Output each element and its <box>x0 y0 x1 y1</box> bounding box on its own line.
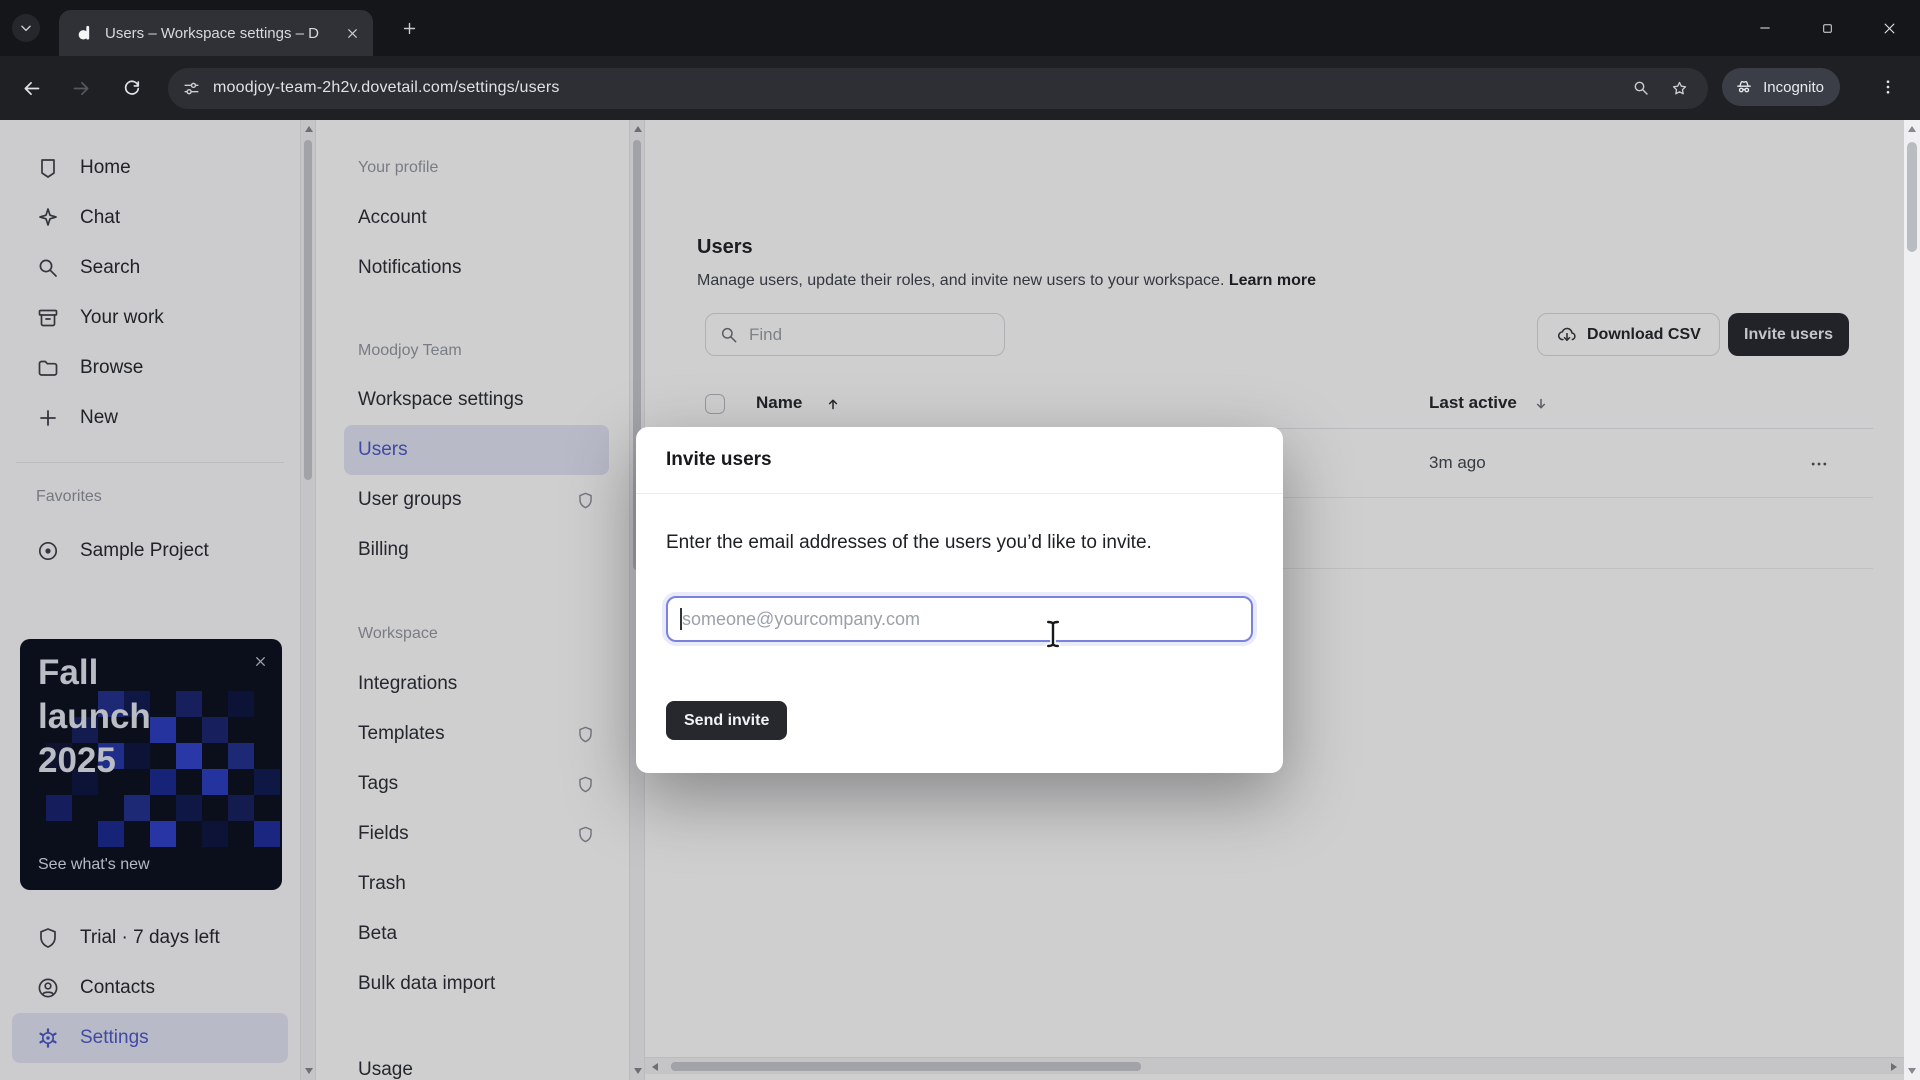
modal-header: Invite users <box>636 427 1283 494</box>
scroll-down-icon[interactable] <box>1904 1063 1920 1079</box>
address-bar[interactable]: moodjoy-team-2h2v.dovetail.com/settings/… <box>168 67 1708 109</box>
dovetail-favicon-icon <box>75 23 95 43</box>
browser-menu-icon[interactable] <box>1870 69 1906 105</box>
site-info-icon[interactable] <box>182 79 201 98</box>
text-caret <box>680 608 682 630</box>
window-close-button[interactable] <box>1858 0 1920 56</box>
plus-icon <box>403 22 415 34</box>
modal-description: Enter the email addresses of the users y… <box>666 532 1152 553</box>
forward-button[interactable] <box>63 70 99 106</box>
browser-toolbar: moodjoy-team-2h2v.dovetail.com/settings/… <box>0 56 1920 120</box>
screen: Users – Workspace settings – D moodjoy-t… <box>0 0 1920 1080</box>
browser-chrome: Users – Workspace settings – D moodjoy-t… <box>0 0 1920 120</box>
tab-search-button[interactable] <box>12 14 40 42</box>
forward-arrow-icon <box>73 81 88 95</box>
incognito-icon <box>1734 77 1754 97</box>
browser-scrollbar[interactable] <box>1904 120 1920 1080</box>
scrollbar-thumb[interactable] <box>1907 142 1917 252</box>
back-button[interactable] <box>13 70 49 106</box>
back-arrow-icon <box>24 81 39 95</box>
incognito-badge: Incognito <box>1722 68 1840 106</box>
maximize-icon <box>1822 23 1832 33</box>
chevron-down-icon <box>21 25 31 32</box>
email-input[interactable] <box>666 596 1253 642</box>
tab-title: Users – Workspace settings – D <box>105 24 319 42</box>
modal-title: Invite users <box>666 449 772 470</box>
incognito-label: Incognito <box>1763 78 1824 96</box>
send-invite-button[interactable]: Send invite <box>666 701 788 740</box>
browser-tab[interactable]: Users – Workspace settings – D <box>59 10 373 56</box>
minimize-icon <box>1760 27 1770 29</box>
zoom-icon[interactable] <box>1626 73 1656 103</box>
app-viewport: Home Chat Search Your work Browse New Fa… <box>0 120 1904 1080</box>
bookmark-star-icon[interactable] <box>1664 73 1694 103</box>
window-minimize-button[interactable] <box>1734 0 1796 56</box>
invite-users-modal: Invite users Enter the email addresses o… <box>636 427 1283 773</box>
reload-button[interactable] <box>114 70 150 106</box>
tab-close-icon[interactable] <box>341 22 363 44</box>
window-maximize-button[interactable] <box>1796 0 1858 56</box>
reload-icon <box>124 80 140 95</box>
url-text: moodjoy-team-2h2v.dovetail.com/settings/… <box>213 79 560 96</box>
email-field-wrap <box>666 596 1253 642</box>
tab-strip: Users – Workspace settings – D <box>0 0 1920 56</box>
window-controls <box>1734 0 1920 56</box>
new-tab-button[interactable] <box>394 13 424 43</box>
scroll-up-icon[interactable] <box>1904 121 1920 137</box>
close-icon <box>1884 23 1894 33</box>
